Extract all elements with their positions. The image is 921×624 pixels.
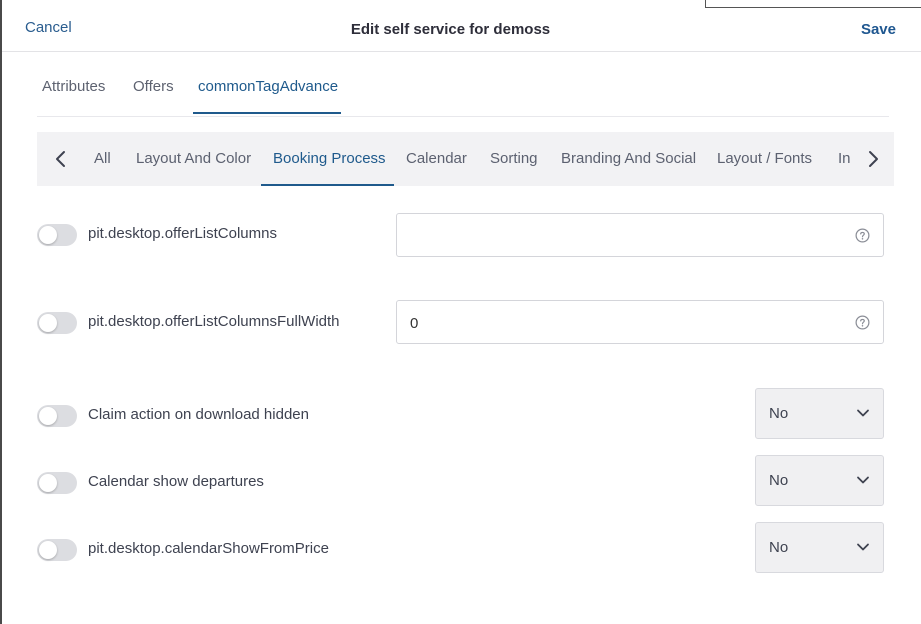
setting-label: Claim action on download hidden: [88, 406, 309, 423]
active-sub-tab-indicator: [261, 184, 394, 186]
chevron-down-icon: [857, 543, 869, 551]
top-tab-bar: Attributes Offers commonTagAdvance: [37, 55, 889, 117]
chevron-left-icon[interactable]: [51, 148, 71, 170]
chevron-right-icon[interactable]: [863, 148, 883, 170]
chevron-down-icon: [857, 409, 869, 417]
sub-tab-booking-process[interactable]: Booking Process: [273, 150, 386, 167]
select-value: No: [769, 539, 789, 556]
toggle-knob: [39, 541, 57, 559]
sub-tab-branding-and-social[interactable]: Branding And Social: [561, 150, 696, 167]
window-left-border: [0, 0, 2, 624]
toggle-knob: [39, 314, 57, 332]
toggle-knob: [39, 226, 57, 244]
claim-action-download-hidden-select[interactable]: No: [755, 388, 884, 439]
tab-offers[interactable]: Offers: [133, 78, 174, 95]
question-circle-icon[interactable]: [855, 228, 870, 243]
select-value: No: [769, 472, 789, 489]
sub-tab-all[interactable]: All: [94, 150, 111, 167]
tab-attributes[interactable]: Attributes: [42, 78, 105, 95]
chevron-down-icon: [857, 476, 869, 484]
calendar-show-from-price-select[interactable]: No: [755, 522, 884, 573]
toggle-knob: [39, 407, 57, 425]
toggle-offer-list-columns-full-width[interactable]: [37, 312, 77, 334]
offer-list-columns-input[interactable]: [396, 213, 884, 257]
sub-tab-layout-and-color[interactable]: Layout And Color: [136, 150, 251, 167]
setting-label: pit.desktop.calendarShowFromPrice: [88, 540, 329, 557]
sub-tab-layout-fonts[interactable]: Layout / Fonts: [717, 150, 812, 167]
setting-label: pit.desktop.offerListColumns: [88, 225, 277, 242]
select-value: No: [769, 405, 789, 422]
dialog-title: Edit self service for demoss: [350, 21, 551, 38]
active-tab-indicator: [193, 112, 341, 114]
setting-label: pit.desktop.offerListColumnsFullWidth: [88, 313, 340, 330]
sub-tab-bar: All Layout And Color Booking Process Cal…: [37, 132, 894, 186]
sub-tab-truncated[interactable]: In: [838, 150, 851, 167]
input-value: 0: [410, 315, 419, 332]
sub-tab-sorting[interactable]: Sorting: [490, 150, 538, 167]
tab-common-tag-advance[interactable]: commonTagAdvance: [198, 78, 338, 95]
toggle-claim-action-download-hidden[interactable]: [37, 405, 77, 427]
offer-list-columns-full-width-input[interactable]: 0: [396, 300, 884, 344]
toggle-offer-list-columns[interactable]: [37, 224, 77, 246]
question-circle-icon[interactable]: [855, 315, 870, 330]
sub-tab-calendar[interactable]: Calendar: [406, 150, 467, 167]
toggle-calendar-show-departures[interactable]: [37, 472, 77, 494]
calendar-show-departures-select[interactable]: No: [755, 455, 884, 506]
dialog-header: Cancel Edit self service for demoss Save: [2, 0, 921, 52]
save-button[interactable]: Save: [861, 21, 896, 38]
setting-label: Calendar show departures: [88, 473, 264, 490]
toggle-calendar-show-from-price[interactable]: [37, 539, 77, 561]
toggle-knob: [39, 474, 57, 492]
